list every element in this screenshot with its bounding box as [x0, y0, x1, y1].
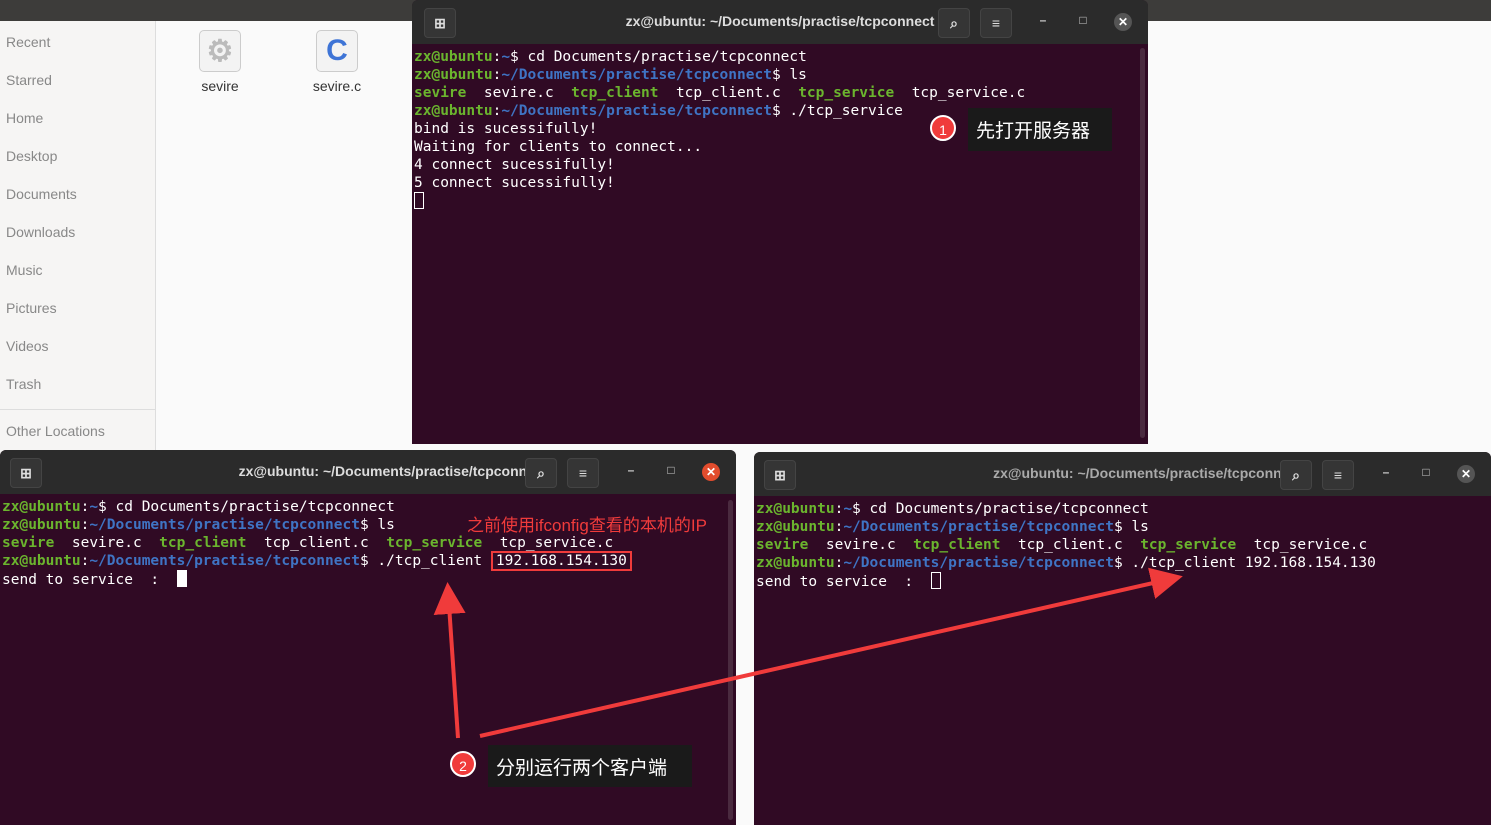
annotation-arrows — [433, 567, 1183, 739]
arrow-to-client-2 — [479, 567, 1183, 738]
arrow-to-ip — [433, 582, 466, 739]
